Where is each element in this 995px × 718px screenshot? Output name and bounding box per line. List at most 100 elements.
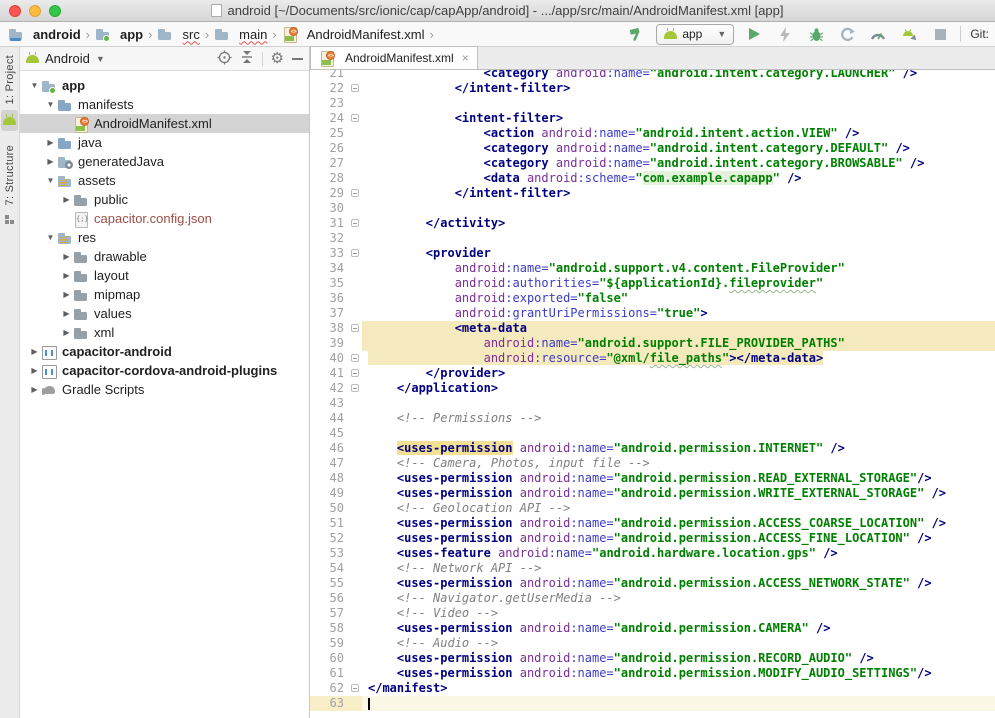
code-line[interactable]: 50 <!-- Geolocation API -->	[310, 501, 995, 516]
code-line[interactable]: 39 android:name="android.support.FILE_PR…	[310, 336, 995, 351]
fold-marker-icon[interactable]	[351, 84, 359, 92]
project-tool-icon[interactable]	[1, 110, 18, 131]
tree-item-assets[interactable]: ▼assets	[20, 171, 309, 190]
gear-icon[interactable]: ⚙	[271, 52, 284, 66]
tree-expand-arrow[interactable]: ▼	[44, 176, 57, 185]
code-line[interactable]: 49 <uses-permission android:name="androi…	[310, 486, 995, 501]
tree-item-java[interactable]: ▶java	[20, 133, 309, 152]
tree-item-mipmap[interactable]: ▶mipmap	[20, 285, 309, 304]
code-line[interactable]: 56 <!-- Navigator.getUserMedia -->	[310, 591, 995, 606]
code-line[interactable]: 45	[310, 426, 995, 441]
fold-marker-icon[interactable]	[351, 324, 359, 332]
code-line[interactable]: 37 android:grantUriPermissions="true">	[310, 306, 995, 321]
tree-expand-arrow[interactable]: ▶	[60, 309, 73, 318]
fold-marker-icon[interactable]	[351, 189, 359, 197]
breadcrumb-item-android[interactable]: android	[6, 25, 83, 43]
stop-button[interactable]	[929, 24, 951, 44]
code-line[interactable]: 42 </application>	[310, 381, 995, 396]
code-line[interactable]: 63	[310, 696, 995, 711]
code-line[interactable]: 21 <category android:name="android.inten…	[310, 70, 995, 81]
run-button[interactable]	[743, 24, 765, 44]
tree-expand-arrow[interactable]: ▼	[44, 233, 57, 242]
git-label[interactable]: Git:	[970, 27, 989, 41]
structure-tool-icon[interactable]	[5, 212, 14, 227]
tree-item-xml[interactable]: ▶xml	[20, 323, 309, 342]
tree-item-gradle-scripts[interactable]: ▶Gradle Scripts	[20, 380, 309, 399]
code-line[interactable]: 52 <uses-permission android:name="androi…	[310, 531, 995, 546]
tree-expand-arrow[interactable]: ▶	[60, 195, 73, 204]
tree-item-public[interactable]: ▶public	[20, 190, 309, 209]
code-line[interactable]: 29 </intent-filter>	[310, 186, 995, 201]
profiler-icon[interactable]	[867, 24, 889, 44]
tree-item-app[interactable]: ▼app	[20, 76, 309, 95]
minimize-window-button[interactable]	[29, 5, 41, 17]
code-line[interactable]: 58 <uses-permission android:name="androi…	[310, 621, 995, 636]
attach-debugger-icon[interactable]	[898, 24, 920, 44]
code-line[interactable]: 31 </activity>	[310, 216, 995, 231]
tree-expand-arrow[interactable]: ▶	[44, 138, 57, 147]
breadcrumb-item-androidmanifest-xml[interactable]: AndroidManifest.xml	[280, 25, 427, 43]
fold-marker-icon[interactable]	[351, 369, 359, 377]
code-line[interactable]: 41 </provider>	[310, 366, 995, 381]
zoom-window-button[interactable]	[49, 5, 61, 17]
code-line[interactable]: 61 <uses-permission android:name="androi…	[310, 666, 995, 681]
code-line[interactable]: 60 <uses-permission android:name="androi…	[310, 651, 995, 666]
code-line[interactable]: 25 <action android:name="android.intent.…	[310, 126, 995, 141]
code-line[interactable]: 40 android:resource="@xml/file_paths"></…	[310, 351, 995, 366]
code-line[interactable]: 24 <intent-filter>	[310, 111, 995, 126]
tree-item-capacitor-cordova-android-plugins[interactable]: ▶capacitor-cordova-android-plugins	[20, 361, 309, 380]
fold-marker-icon[interactable]	[351, 114, 359, 122]
fold-marker-icon[interactable]	[351, 354, 359, 362]
code-line[interactable]: 33 <provider	[310, 246, 995, 261]
tree-item-androidmanifest-xml[interactable]: AndroidManifest.xml	[20, 114, 309, 133]
tab-androidmanifest[interactable]: AndroidManifest.xml ×	[310, 46, 478, 69]
code-line[interactable]: 47 <!-- Camera, Photos, input file -->	[310, 456, 995, 471]
tree-item-capacitor-android[interactable]: ▶capacitor-android	[20, 342, 309, 361]
code-line[interactable]: 44 <!-- Permissions -->	[310, 411, 995, 426]
run-configuration-selector[interactable]: app ▼	[656, 24, 734, 45]
code-line[interactable]: 55 <uses-permission android:name="androi…	[310, 576, 995, 591]
code-line[interactable]: 62</manifest>	[310, 681, 995, 696]
code-line[interactable]: 46 <uses-permission android:name="androi…	[310, 441, 995, 456]
code-line[interactable]: 57 <!-- Video -->	[310, 606, 995, 621]
apply-changes-icon[interactable]	[774, 24, 796, 44]
code-line[interactable]: 48 <uses-permission android:name="androi…	[310, 471, 995, 486]
tree-expand-arrow[interactable]: ▶	[60, 252, 73, 261]
code-line[interactable]: 27 <category android:name="android.inten…	[310, 156, 995, 171]
fold-marker-icon[interactable]	[351, 384, 359, 392]
build-hammer-icon[interactable]	[625, 24, 647, 44]
code-line[interactable]: 34 android:name="android.support.v4.cont…	[310, 261, 995, 276]
tree-item-generatedjava[interactable]: ▶generatedJava	[20, 152, 309, 171]
debug-button[interactable]	[805, 24, 827, 44]
tree-item-values[interactable]: ▶values	[20, 304, 309, 323]
code-line[interactable]: 53 <uses-feature android:name="android.h…	[310, 546, 995, 561]
tree-expand-arrow[interactable]: ▼	[44, 100, 57, 109]
locate-file-icon[interactable]	[217, 50, 232, 68]
hide-panel-icon[interactable]	[292, 58, 303, 60]
coverage-icon[interactable]	[836, 24, 858, 44]
code-line[interactable]: 23	[310, 96, 995, 111]
code-line[interactable]: 32	[310, 231, 995, 246]
tree-item-manifests[interactable]: ▼manifests	[20, 95, 309, 114]
code-line[interactable]: 26 <category android:name="android.inten…	[310, 141, 995, 156]
fold-marker-icon[interactable]	[351, 219, 359, 227]
tree-expand-arrow[interactable]: ▶	[60, 271, 73, 280]
tree-item-capacitor-config-json[interactable]: capacitor.config.json	[20, 209, 309, 228]
tree-item-layout[interactable]: ▶layout	[20, 266, 309, 285]
code-line[interactable]: 22 </intent-filter>	[310, 81, 995, 96]
breadcrumb-item-app[interactable]: app	[93, 25, 145, 43]
collapse-all-icon[interactable]	[240, 50, 254, 67]
tree-expand-arrow[interactable]: ▶	[60, 290, 73, 299]
close-window-button[interactable]	[9, 5, 21, 17]
tree-item-drawable[interactable]: ▶drawable	[20, 247, 309, 266]
breadcrumb-item-main[interactable]: main	[212, 25, 269, 43]
code-line[interactable]: 36 android:exported="false"	[310, 291, 995, 306]
project-view-selector[interactable]: Android	[45, 51, 90, 66]
code-line[interactable]: 28 <data android:scheme="com.example.cap…	[310, 171, 995, 186]
code-line[interactable]: 38 <meta-data	[310, 321, 995, 336]
code-line[interactable]: 59 <!-- Audio -->	[310, 636, 995, 651]
tree-expand-arrow[interactable]: ▶	[28, 385, 41, 394]
structure-tool-button[interactable]: 7: Structure	[4, 145, 16, 205]
code-editor[interactable]: 21 <category android:name="android.inten…	[310, 70, 995, 718]
fold-marker-icon[interactable]	[351, 249, 359, 257]
